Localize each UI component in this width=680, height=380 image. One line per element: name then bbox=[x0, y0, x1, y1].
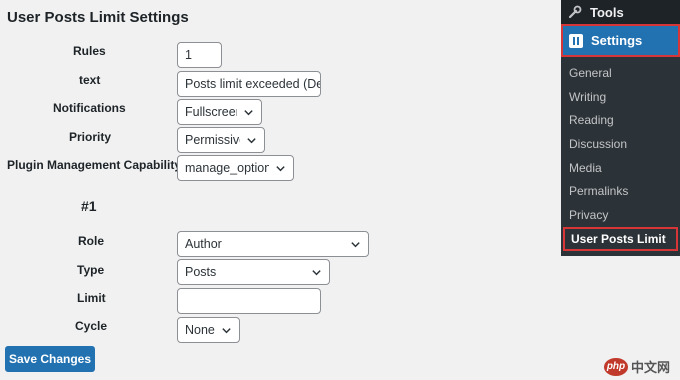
admin-sidebar: Tools Settings General Writing Reading D… bbox=[561, 0, 680, 256]
capability-select-value: manage_options bbox=[185, 161, 269, 175]
sidebar-item-general[interactable]: General bbox=[561, 61, 680, 85]
sidebar-item-permalinks[interactable]: Permalinks bbox=[561, 179, 680, 203]
priority-select-value: Permissive bbox=[185, 133, 240, 147]
rule-section-heading: #1 bbox=[81, 198, 97, 214]
priority-select[interactable]: Permissive bbox=[177, 127, 265, 153]
notifications-select[interactable]: Fullscreen bbox=[177, 99, 262, 125]
sidebar-item-settings[interactable]: Settings bbox=[561, 24, 680, 57]
sidebar-item-reading[interactable]: Reading bbox=[561, 108, 680, 132]
priority-label: Priority bbox=[69, 130, 112, 144]
type-label: Type bbox=[77, 263, 105, 277]
chevron-down-icon bbox=[312, 269, 321, 275]
sidebar-item-media[interactable]: Media bbox=[561, 156, 680, 180]
watermark-text: 中文网 bbox=[631, 360, 671, 375]
notifications-label: Notifications bbox=[53, 101, 126, 115]
settings-main: User Posts Limit Settings Rules 1 text P… bbox=[0, 0, 560, 380]
capability-select[interactable]: manage_options bbox=[177, 155, 294, 181]
chevron-down-icon bbox=[276, 165, 285, 171]
type-select[interactable]: Posts bbox=[177, 259, 330, 285]
sidebar-item-privacy[interactable]: Privacy bbox=[561, 203, 680, 227]
rules-input[interactable]: 1 bbox=[177, 42, 222, 68]
sidebar-item-user-posts-limit[interactable]: User Posts Limit bbox=[563, 227, 678, 251]
cycle-select-value: None bbox=[185, 323, 215, 337]
role-select-value: Author bbox=[185, 237, 222, 251]
chevron-down-icon bbox=[247, 137, 256, 143]
chevron-down-icon bbox=[351, 241, 360, 247]
role-select[interactable]: Author bbox=[177, 231, 369, 257]
chevron-down-icon bbox=[222, 327, 231, 333]
rules-label: Rules bbox=[73, 44, 106, 58]
wrench-icon bbox=[568, 5, 582, 19]
sidebar-item-writing[interactable]: Writing bbox=[561, 85, 680, 109]
php-logo: php bbox=[604, 357, 628, 376]
limit-label: Limit bbox=[77, 291, 106, 305]
notifications-select-value: Fullscreen bbox=[185, 105, 237, 119]
sidebar-item-discussion[interactable]: Discussion bbox=[561, 132, 680, 156]
limit-input[interactable] bbox=[177, 288, 321, 314]
chevron-down-icon bbox=[244, 109, 253, 115]
page-title: User Posts Limit Settings bbox=[7, 9, 189, 26]
role-label: Role bbox=[78, 234, 105, 248]
text-label: text bbox=[79, 73, 101, 87]
type-select-value: Posts bbox=[185, 265, 217, 279]
rules-input-value: 1 bbox=[185, 48, 192, 62]
save-changes-button[interactable]: Save Changes bbox=[5, 346, 95, 372]
cycle-label: Cycle bbox=[75, 319, 108, 333]
watermark: php 中文网 bbox=[604, 357, 670, 376]
sidebar-item-tools[interactable]: Tools bbox=[561, 0, 680, 24]
text-input-value: Posts limit exceeded (De bbox=[185, 77, 321, 91]
sidebar-item-settings-label: Settings bbox=[591, 33, 643, 48]
cycle-select[interactable]: None bbox=[177, 317, 240, 343]
capability-label: Plugin Management Capability bbox=[7, 158, 182, 172]
sidebar-item-tools-label: Tools bbox=[590, 4, 624, 20]
text-input[interactable]: Posts limit exceeded (De bbox=[177, 71, 321, 97]
settings-icon bbox=[569, 33, 583, 48]
